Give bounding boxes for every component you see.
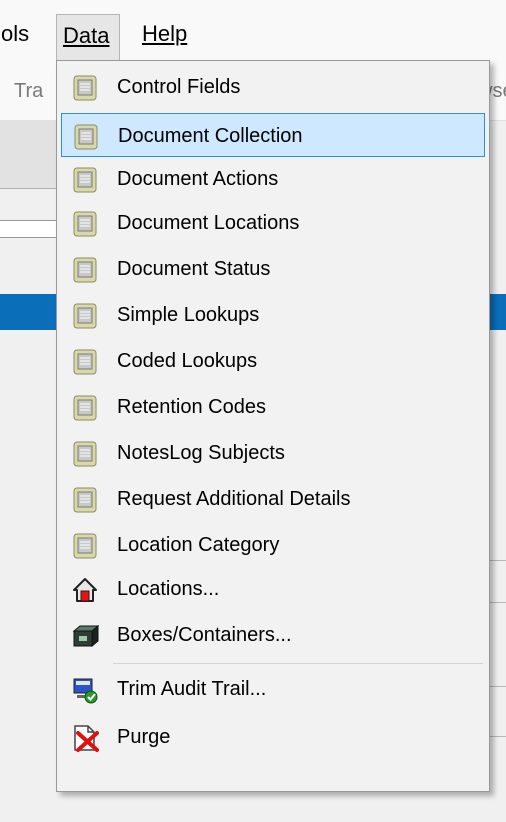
menu-item-locations[interactable]: Locations... <box>61 567 485 611</box>
menu-item-document-locations[interactable]: Document Locations <box>61 201 485 245</box>
menu-item-label: Request Additional Details <box>117 488 351 510</box>
purge-icon <box>74 725 99 752</box>
form-icon <box>73 441 97 467</box>
menu-item-label: Document Actions <box>117 168 279 190</box>
menu-item-document-status[interactable]: Document Status <box>61 247 485 291</box>
menu-item-simple-lookups[interactable]: Simple Lookups <box>61 293 485 337</box>
menu-item-label: Document Status <box>117 258 271 280</box>
menu-tools[interactable]: ols <box>0 12 33 56</box>
form-icon <box>73 533 97 559</box>
menu-item-label: Locations... <box>117 578 220 600</box>
menu-help-label: Help <box>142 21 188 46</box>
menu-item-label: Retention Codes <box>117 396 266 418</box>
box-icon <box>72 624 99 648</box>
menu-item-label: Location Category <box>117 534 280 556</box>
menu-item-control-fields[interactable]: Control Fields <box>61 65 485 109</box>
toolbar-button-fragment[interactable]: Tra <box>14 80 43 103</box>
form-icon <box>73 487 97 513</box>
menu-item-location-category[interactable]: Location Category <box>61 523 485 567</box>
menu-item-label: Boxes/Containers... <box>117 624 292 646</box>
form-icon <box>73 257 97 283</box>
menu-item-label: Simple Lookups <box>117 304 260 326</box>
menu-item-trim-audit-trail[interactable]: Trim Audit Trail... <box>61 667 485 711</box>
menu-separator <box>113 663 483 664</box>
menu-item-label: Document Collection <box>118 125 303 147</box>
menu-item-retention-codes[interactable]: Retention Codes <box>61 385 485 429</box>
menu-item-label: Purge <box>117 726 171 748</box>
menu-item-request-additional-details[interactable]: Request Additional Details <box>61 477 485 521</box>
menu-data[interactable]: Data <box>56 14 120 62</box>
form-icon <box>73 75 97 101</box>
form-icon <box>73 211 97 237</box>
form-icon <box>73 167 97 193</box>
data-menu-dropdown: Control Fields Document Collection Docum… <box>56 60 490 792</box>
house-icon <box>73 578 97 602</box>
input-field-fragment[interactable] <box>0 220 60 238</box>
form-icon <box>73 349 97 375</box>
menu-item-label: Document Locations <box>117 212 300 234</box>
menu-item-label: NotesLog Subjects <box>117 442 285 464</box>
menu-item-coded-lookups[interactable]: Coded Lookups <box>61 339 485 383</box>
menu-help[interactable]: Help <box>138 12 191 56</box>
menu-item-document-actions[interactable]: Document Actions <box>61 157 485 201</box>
menu-item-label: Coded Lookups <box>117 350 258 372</box>
menu-item-label: Trim Audit Trail... <box>117 678 267 700</box>
menu-item-purge[interactable]: Purge <box>61 715 485 759</box>
menu-item-document-collection[interactable]: Document Collection <box>61 113 485 157</box>
form-icon <box>73 303 97 329</box>
menu-data-label: Data <box>63 23 110 48</box>
menu-bar: ols Data Help <box>0 0 506 64</box>
menu-item-label: Control Fields <box>117 76 241 98</box>
form-icon <box>73 395 97 421</box>
tab-strip <box>0 120 60 189</box>
form-icon <box>74 124 98 150</box>
audit-icon <box>73 678 98 704</box>
menu-item-boxes-containers[interactable]: Boxes/Containers... <box>61 613 485 657</box>
menu-item-noteslog-subjects[interactable]: NotesLog Subjects <box>61 431 485 475</box>
